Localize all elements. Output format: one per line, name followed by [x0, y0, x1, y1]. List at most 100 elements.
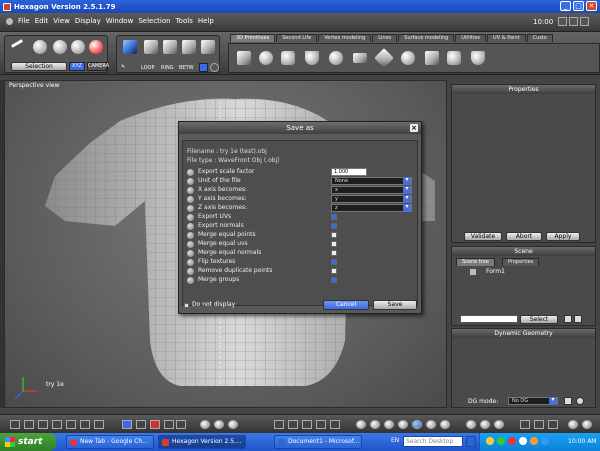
- texture-icon[interactable]: [548, 420, 558, 429]
- menu-selection[interactable]: Selection: [138, 17, 170, 25]
- task-hexagon[interactable]: Hexagon Version 2.5....: [158, 435, 246, 449]
- export-uvs-checkbox[interactable]: [331, 214, 337, 220]
- loop-button[interactable]: LOOP: [141, 65, 155, 71]
- do-not-display-checkbox[interactable]: [184, 303, 189, 308]
- scene-item-form1[interactable]: Form1: [486, 268, 505, 275]
- xyz-toggle[interactable]: XYZ: [69, 62, 85, 71]
- menu-window[interactable]: Window: [106, 17, 134, 25]
- menu-tools[interactable]: Tools: [176, 17, 193, 25]
- help-icon[interactable]: [582, 420, 592, 429]
- tab-scene-properties[interactable]: Properties: [502, 258, 540, 266]
- object-mode-icon[interactable]: [182, 40, 196, 54]
- move-tool-icon[interactable]: [274, 420, 284, 429]
- dialog-close-button[interactable]: ×: [410, 124, 418, 132]
- shading-wire-icon[interactable]: [384, 420, 394, 429]
- language-indicator[interactable]: EN: [391, 437, 399, 444]
- tray-bluetooth-icon[interactable]: [541, 437, 549, 445]
- z-axis-dropdown[interactable]: z: [331, 204, 412, 212]
- cone-primitive-icon[interactable]: [305, 51, 319, 65]
- layout-three-icon[interactable]: [52, 420, 62, 429]
- menu-edit[interactable]: Edit: [35, 17, 49, 25]
- panel-min-icon[interactable]: [558, 17, 567, 26]
- start-button[interactable]: start: [0, 433, 56, 451]
- shading-points-icon[interactable]: [426, 420, 436, 429]
- menu-file[interactable]: File: [18, 17, 30, 25]
- snap-icon[interactable]: [164, 420, 174, 429]
- layout-h-icon[interactable]: [80, 420, 90, 429]
- universal-tool-icon[interactable]: [316, 420, 326, 429]
- magnify-icon[interactable]: [228, 420, 238, 429]
- shading-box-icon[interactable]: [398, 420, 408, 429]
- zoom-icon[interactable]: [214, 420, 224, 429]
- apply-button[interactable]: Apply: [546, 232, 580, 241]
- grid-toggle-icon[interactable]: [136, 420, 146, 429]
- save-button[interactable]: Save: [373, 300, 417, 310]
- close-window-button[interactable]: ✕: [586, 1, 597, 11]
- edge-mode-icon[interactable]: [144, 40, 158, 54]
- abort-button[interactable]: Abort: [506, 232, 542, 241]
- select-arrow-icon[interactable]: [11, 39, 23, 48]
- menu-help[interactable]: Help: [198, 17, 214, 25]
- lasso-icon[interactable]: [33, 40, 47, 54]
- merge-groups-checkbox[interactable]: [331, 277, 337, 283]
- scene-remove-icon[interactable]: [574, 315, 582, 323]
- y-axis-dropdown[interactable]: y: [331, 195, 412, 203]
- dg-settings-icon[interactable]: [564, 397, 572, 405]
- menu-display[interactable]: Display: [75, 17, 101, 25]
- cancel-button[interactable]: Cancel: [323, 300, 369, 310]
- app-menu-icon[interactable]: [6, 17, 13, 25]
- selection-mode-dropdown[interactable]: Selection: [11, 62, 67, 71]
- shrink-selection-icon[interactable]: [210, 63, 219, 72]
- camera-orbit-icon[interactable]: [466, 420, 476, 429]
- layout-split-icon[interactable]: [38, 420, 48, 429]
- preferences-icon[interactable]: [568, 420, 578, 429]
- unit-dropdown[interactable]: None: [331, 177, 412, 185]
- tube-primitive-icon[interactable]: [425, 51, 439, 65]
- undo-icon[interactable]: [330, 420, 340, 429]
- pyramid-primitive-icon[interactable]: [374, 48, 394, 68]
- display-mode-icon[interactable]: [122, 420, 132, 429]
- pin-icon[interactable]: ✎: [121, 64, 125, 70]
- tray-update-icon[interactable]: [530, 437, 538, 445]
- dg-toggle-icon[interactable]: [576, 397, 584, 405]
- scene-add-icon[interactable]: [564, 315, 572, 323]
- tab-lines[interactable]: Lines: [372, 34, 398, 42]
- material-icon[interactable]: [534, 420, 544, 429]
- layout-v-icon[interactable]: [94, 420, 104, 429]
- tab-scene-tree[interactable]: Scene tree: [456, 258, 495, 266]
- layout-quad-icon[interactable]: [24, 420, 34, 429]
- cylinder-primitive-icon[interactable]: [281, 51, 295, 65]
- minimize-button[interactable]: _: [560, 1, 571, 11]
- merge-equal-normals-checkbox[interactable]: [331, 250, 337, 256]
- sphere-primitive-icon[interactable]: [259, 51, 273, 65]
- layout-single-icon[interactable]: [10, 420, 20, 429]
- remove-duplicate-points-checkbox[interactable]: [331, 268, 337, 274]
- search-go-icon[interactable]: [466, 436, 476, 447]
- lighting-icon[interactable]: [176, 420, 186, 429]
- maximize-button[interactable]: □: [573, 1, 584, 11]
- tab-second-life[interactable]: Second Life: [276, 34, 318, 42]
- tab-vertex-modeling[interactable]: Vertex modeling: [318, 34, 372, 42]
- menu-view[interactable]: View: [53, 17, 70, 25]
- layout-four-icon[interactable]: [66, 420, 76, 429]
- rotate-tool-icon[interactable]: [288, 420, 298, 429]
- flip-textures-checkbox[interactable]: [331, 259, 337, 265]
- tray-security-icon[interactable]: [508, 437, 516, 445]
- cube-primitive-icon[interactable]: [237, 51, 251, 65]
- tab-surface-modeling[interactable]: Surface modeling: [398, 34, 455, 42]
- group-mode-icon[interactable]: [201, 40, 215, 54]
- capsule-primitive-icon[interactable]: [447, 51, 461, 65]
- camera-toggle[interactable]: CAMERA: [87, 62, 109, 71]
- panel-close-icon[interactable]: [580, 17, 589, 26]
- panel-max-icon[interactable]: [569, 17, 578, 26]
- export-scale-input[interactable]: 1.000: [331, 168, 367, 176]
- teapot-primitive-icon[interactable]: [471, 51, 485, 65]
- validate-button[interactable]: Validate: [464, 232, 502, 241]
- torus-primitive-icon[interactable]: [329, 51, 343, 65]
- shading-smooth-icon[interactable]: [356, 420, 366, 429]
- select-button[interactable]: Select: [520, 315, 558, 324]
- tray-volume-icon[interactable]: [519, 437, 527, 445]
- tray-network-icon[interactable]: [497, 437, 505, 445]
- merge-equal-uvs-checkbox[interactable]: [331, 241, 337, 247]
- export-normals-checkbox[interactable]: [331, 223, 337, 229]
